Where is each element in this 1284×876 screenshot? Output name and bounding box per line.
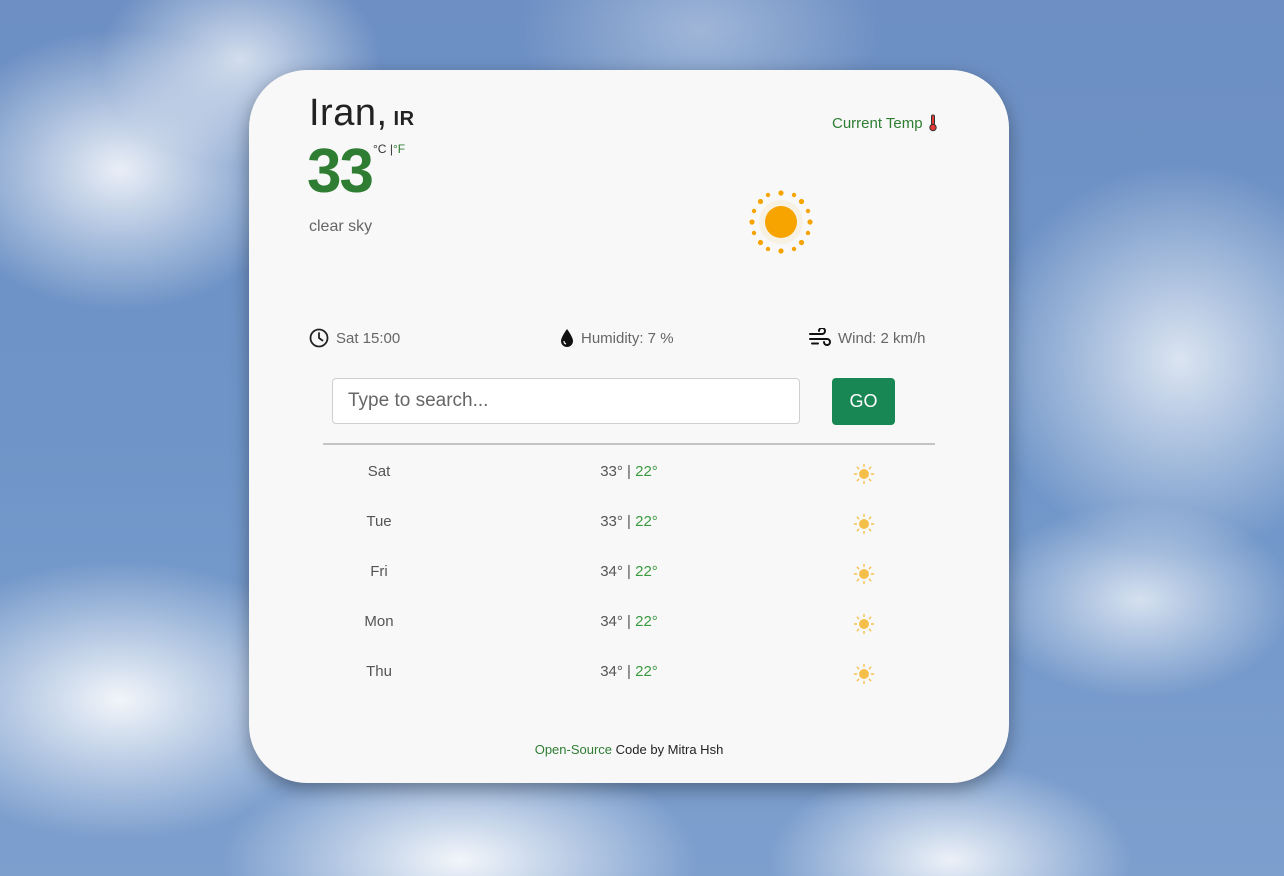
forecast-sep: | [622,563,636,580]
wind-info: Wind: 2 km/h [809,328,926,348]
footer: Open-Source Code by Mitra Hsh [249,742,1009,757]
forecast-day: Tue [366,513,392,530]
sun-icon [853,463,875,485]
forecast-sep: | [622,463,636,480]
forecast-min: 22° [635,563,658,580]
divider [323,443,935,445]
unit-toggle: °C |°F [373,142,405,156]
open-source-link[interactable]: Open-Source [535,742,612,757]
current-temp-label: Current Temp [832,114,938,132]
forecast-sep: | [622,613,636,630]
forecast-day: Mon [364,613,394,630]
forecast-min: 22° [635,613,658,630]
time-text: Sat 15:00 [336,329,401,347]
country-code: IR [393,108,415,130]
forecast-row: Thu 34° | 22° [249,659,1009,689]
forecast-temps: 33° | 22° [579,513,679,530]
humidity-text: Humidity: 7 % [581,329,674,347]
forecast-sep: | [622,663,636,680]
forecast-row: Sat 33° | 22° [249,459,1009,489]
weather-description: clear sky [309,218,373,235]
forecast-min: 22° [635,663,658,680]
go-button[interactable]: GO [832,378,895,425]
forecast-min: 22° [635,513,658,530]
current-temp-text: Current Temp [832,114,923,132]
sun-icon [853,613,875,635]
forecast-day: Thu [366,663,392,680]
forecast-max: 34° [600,613,623,630]
forecast-temps: 33° | 22° [579,463,679,480]
forecast-max: 33° [600,463,623,480]
sun-icon [749,190,813,254]
forecast-day: Sat [367,463,391,480]
droplet-icon [561,329,573,347]
forecast-temps: 34° | 22° [579,613,679,630]
forecast-sep: | [622,513,636,530]
current-temperature: 33 [307,137,374,206]
forecast-row: Fri 34° | 22° [249,559,1009,589]
time-info: Sat 15:00 [309,328,400,348]
humidity-info: Humidity: 7 % [560,328,674,348]
forecast-temps: 34° | 22° [579,563,679,580]
forecast-max: 34° [600,563,623,580]
search-input[interactable] [332,378,800,424]
thermometer-icon [928,114,937,132]
wind-icon [809,328,831,346]
forecast-temps: 34° | 22° [579,663,679,680]
location-heading: Iran, IR [309,92,415,135]
forecast-max: 34° [600,663,623,680]
weather-card: Iran, IR 33 °C |°F clear sky Current Temp [249,70,1009,783]
sun-icon [853,663,875,685]
forecast-row: Tue 33° | 22° [249,509,1009,539]
unit-celsius[interactable]: °C [373,142,386,156]
forecast-day: Fri [370,563,388,580]
sun-icon [853,513,875,535]
forecast-min: 22° [635,463,658,480]
clock-icon [309,328,329,348]
city-name: Iran, [309,92,388,134]
unit-fahrenheit[interactable]: °F [393,142,405,156]
wind-text: Wind: 2 km/h [838,329,926,347]
footer-credit: Code by Mitra Hsh [612,742,724,757]
forecast-row: Mon 34° | 22° [249,609,1009,639]
sun-icon [853,563,875,585]
forecast-max: 33° [600,513,623,530]
